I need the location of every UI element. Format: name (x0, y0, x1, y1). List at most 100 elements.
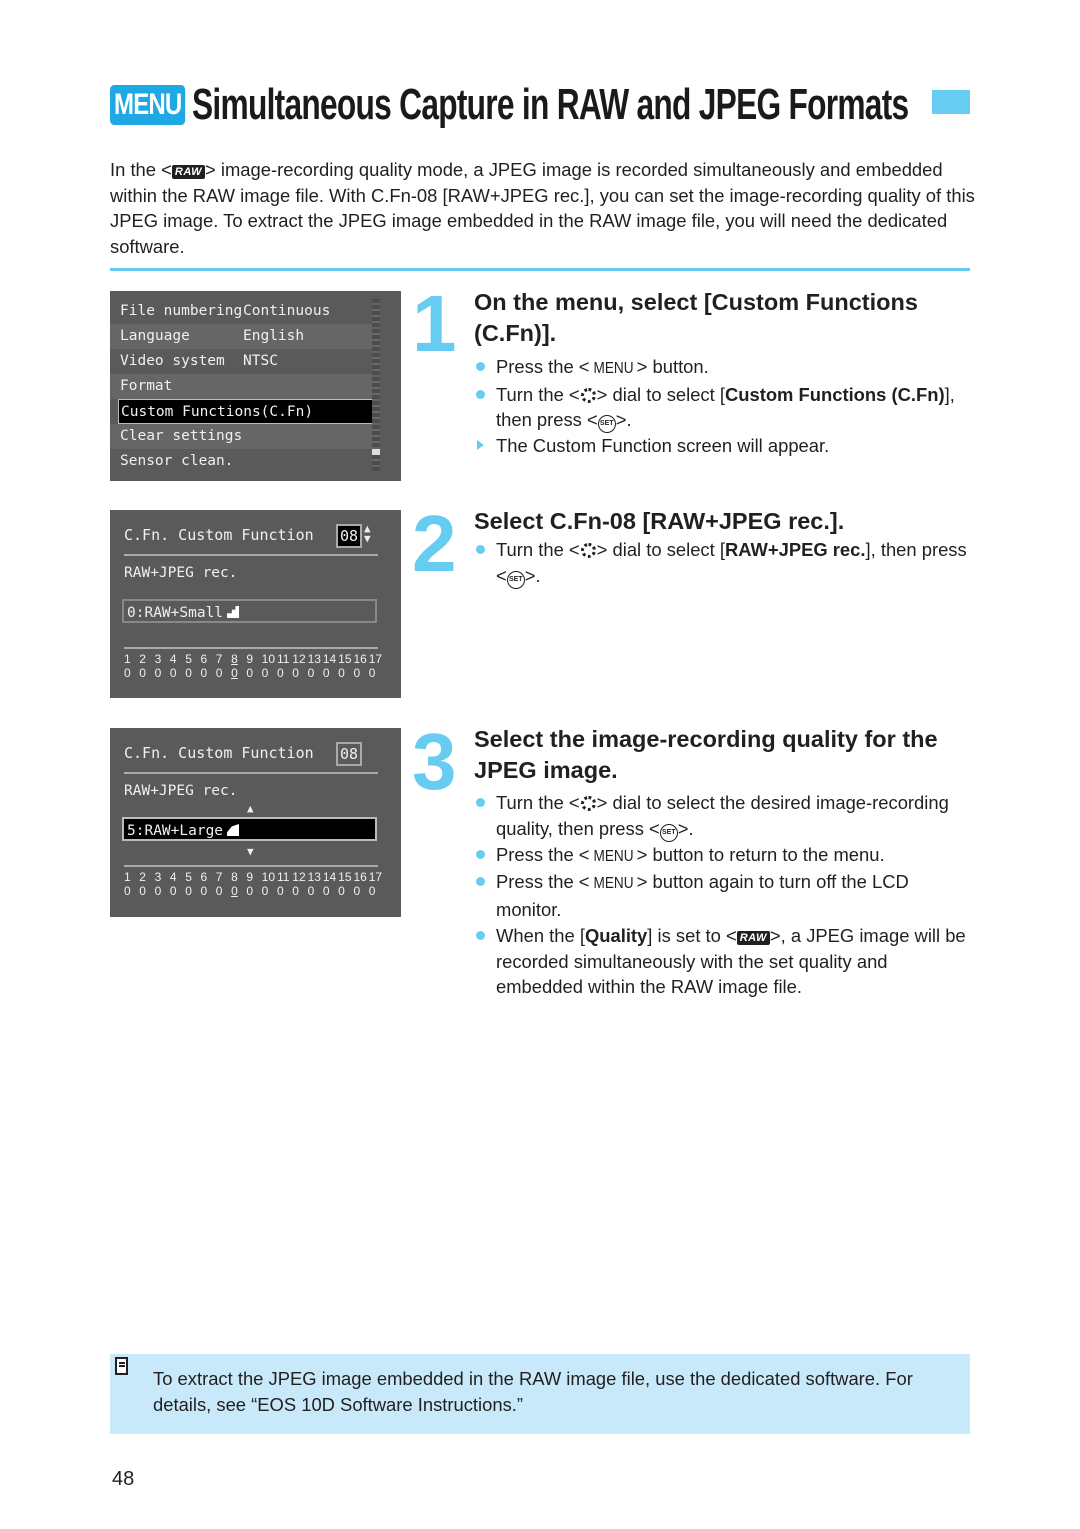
cfn-value: 0 (154, 884, 162, 898)
step-3-bullet-1: Turn the < > dial to select the desired i… (474, 790, 974, 842)
cfn-value: 0 (200, 666, 208, 680)
cfn-value: 0 (307, 884, 315, 898)
lcd-cfn-screen-step2: C.Fn. Custom Function 08 ▲ ▼ RAW+JPEG rec… (110, 510, 401, 698)
cfn-index: 13 (307, 652, 321, 666)
cfn-index: 15 (338, 870, 352, 884)
cfn-index: 17 (368, 870, 383, 884)
cfn-value: 0 (185, 666, 192, 680)
raw-quality-icon: RAW (736, 930, 770, 945)
cfn-divider-2 (124, 865, 378, 867)
cfn-index: 13 (307, 870, 321, 884)
cfn-name: RAW+JPEG rec. (124, 783, 238, 799)
cfn-header: C.Fn. Custom Function (124, 744, 314, 762)
large-quality-icon (227, 824, 240, 836)
cfn-index: 14 (322, 870, 337, 884)
cfn-value: 0 (154, 666, 162, 680)
set-button-icon: SET (506, 570, 525, 589)
cfn-value: 0 (246, 884, 254, 898)
step-number-3: 3 (412, 717, 457, 806)
lcd-menu-screen: File numbering Continuous Language English… (110, 291, 401, 481)
step-1-title: On the menu, select [Custom Functions (C… (474, 289, 918, 346)
cfn-index: 16 (353, 652, 367, 666)
cfn-value: 0 (368, 666, 376, 680)
step-number-1: 1 (412, 279, 457, 368)
cfn-index: 12 (292, 870, 306, 884)
intro-text-b: > image-recording quality mode, a JPEG i… (110, 159, 975, 257)
cfn-value: 0 (200, 884, 208, 898)
cfn-value: 0 (261, 666, 269, 680)
cfn-value-row: 00000000000000000 (124, 884, 384, 898)
cfn-index: 4 (169, 870, 177, 884)
menu-button-icon: MENU (593, 875, 634, 893)
cfn-value: 0 (322, 666, 330, 680)
cfn-number: 08 (336, 742, 363, 766)
cfn-name: RAW+JPEG rec. (124, 565, 238, 581)
quick-control-dial-icon (580, 387, 596, 403)
menu-button-icon: MENU (593, 847, 634, 865)
cfn-header: C.Fn. Custom Function (124, 526, 314, 544)
quick-control-dial-icon (580, 543, 596, 558)
cfn-value: 0 (185, 884, 192, 898)
cfn-index: 4 (169, 652, 177, 666)
page-title: Simultaneous Capture in RAW and JPEG For… (192, 80, 909, 129)
cfn-index: 11 (276, 652, 290, 666)
cfn-value: 0 (276, 884, 284, 898)
cfn-value: 0 (353, 884, 361, 898)
cfn-index: 9 (246, 652, 254, 666)
cfn-index: 11 (276, 870, 290, 884)
up-arrow-icon: ▲ (247, 802, 254, 815)
step-3-bullets: Turn the < > dial to select the desired i… (474, 790, 974, 1000)
cfn-index: 10 (261, 870, 276, 884)
raw-quality-icon: RAW (171, 165, 206, 179)
cfn-index: 17 (368, 652, 383, 666)
cfn-index: 12 (292, 652, 306, 666)
small-quality-icon (227, 606, 240, 618)
cfn-setting: 0:RAW+Small (122, 599, 377, 623)
cfn-value: 0 (139, 666, 146, 680)
memo-icon (115, 1357, 128, 1375)
cfn-index: 6 (200, 652, 208, 666)
cfn-number-row: 1 2 3 4 5 6 7 8 9 10 11 12 13 14 15 16 17 (124, 652, 384, 666)
intro-paragraph: In the < RAW > image-recording quality mod… (110, 157, 980, 259)
cfn-index: 15 (338, 652, 352, 666)
step-number-2: 2 (412, 499, 457, 588)
cfn-value: 0 (276, 666, 284, 680)
cfn-index: 8 (231, 652, 238, 666)
cfn-divider (124, 772, 378, 774)
cfn-value: 0 (169, 884, 177, 898)
cfn-index: 1 (124, 870, 131, 884)
cfn-value: 0 (292, 666, 299, 680)
menu-badge-icon: MENU (110, 85, 186, 125)
cfn-value: 0 (169, 666, 177, 680)
cfn-index: 14 (322, 652, 337, 666)
cfn-index: 7 (215, 870, 223, 884)
note-box: To extract the JPEG image embedded in th… (110, 1354, 970, 1434)
step-1-result: The Custom Function screen will appear. (474, 433, 974, 459)
cfn-setting-selected: 5:RAW+Large (122, 817, 377, 841)
cfn-index: 8 (231, 870, 238, 884)
step-3-bullet-2: Press the < MENU > button to return to the… (474, 842, 974, 870)
quick-control-dial-icon (580, 796, 596, 811)
step-3-title: Select the image-recording quality for t… (474, 726, 938, 783)
cfn-value: 0 (124, 666, 131, 680)
cfn-index: 1 (124, 652, 131, 666)
menu-row-file-numbering: File numbering Continuous (120, 303, 331, 319)
cfn-index: 3 (154, 870, 162, 884)
cfn-value: 0 (338, 666, 345, 680)
cfn-index: 2 (139, 652, 146, 666)
up-down-arrows-icon: ▲ ▼ (364, 522, 371, 545)
step-3-bullet-4: When the [Quality] is set to < RAW >, a JP… (474, 923, 974, 1000)
set-button-icon: SET (597, 415, 616, 434)
menu-row-language: Language English (110, 324, 375, 349)
note-text: To extract the JPEG image embedded in th… (153, 1368, 913, 1415)
cfn-value: 0 (353, 666, 361, 680)
cfn-index: 7 (215, 652, 223, 666)
cfn-index: 10 (261, 652, 276, 666)
set-button-icon: SET (659, 823, 678, 842)
cfn-value: 0 (231, 666, 238, 680)
menu-row-format: Format (110, 374, 375, 399)
cfn-divider (124, 554, 378, 556)
cfn-value: 0 (215, 666, 223, 680)
cfn-value: 0 (139, 884, 146, 898)
menu-scroll-thumb (372, 449, 380, 455)
